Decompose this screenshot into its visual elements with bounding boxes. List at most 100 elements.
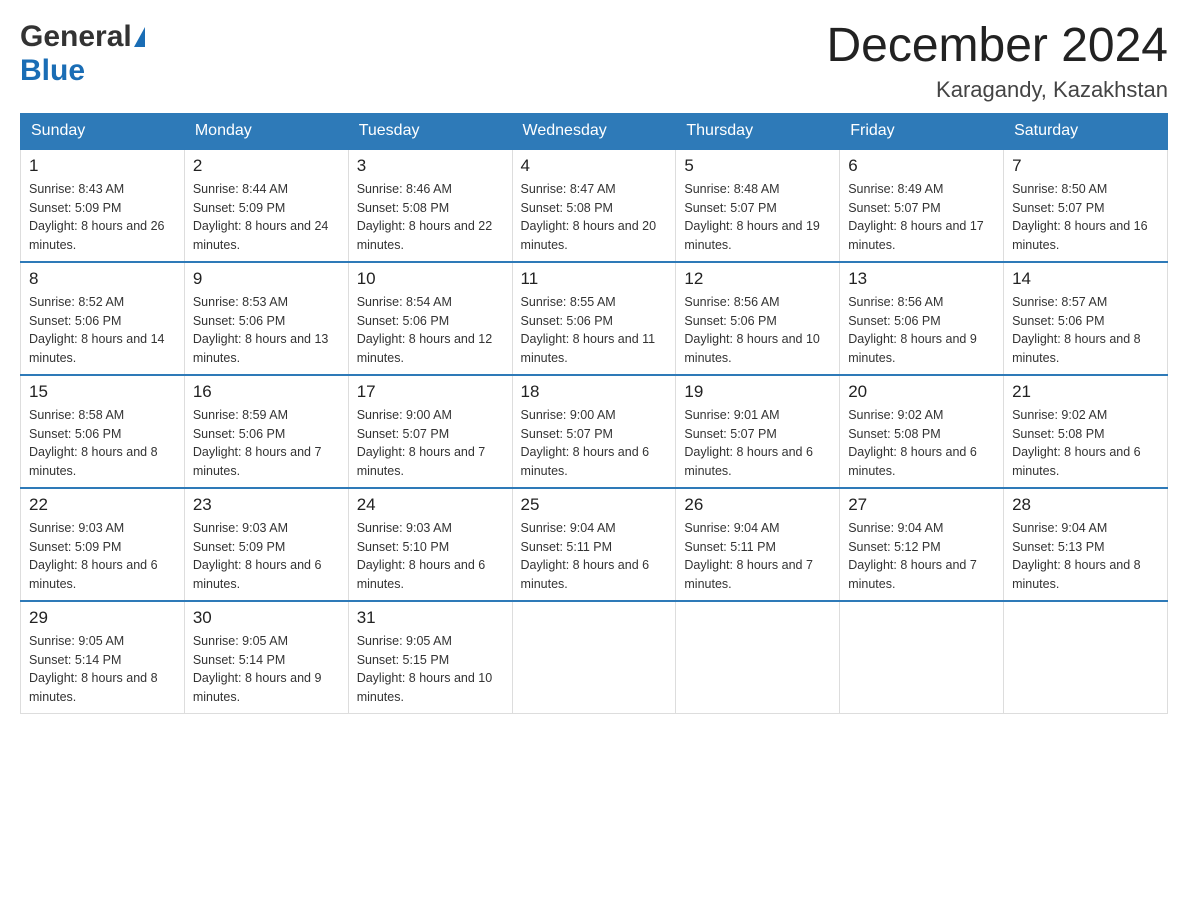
calendar-title: December 2024 [826,20,1168,73]
day-number: 4 [521,156,668,176]
day-info: Sunrise: 8:52 AMSunset: 5:06 PMDaylight:… [29,295,165,365]
day-cell-27: 27 Sunrise: 9:04 AMSunset: 5:12 PMDaylig… [840,488,1004,601]
day-header-tuesday: Tuesday [348,113,512,149]
day-cell-31: 31 Sunrise: 9:05 AMSunset: 5:15 PMDaylig… [348,601,512,714]
day-cell-21: 21 Sunrise: 9:02 AMSunset: 5:08 PMDaylig… [1004,375,1168,488]
day-cell-28: 28 Sunrise: 9:04 AMSunset: 5:13 PMDaylig… [1004,488,1168,601]
day-info: Sunrise: 9:02 AMSunset: 5:08 PMDaylight:… [848,408,977,478]
calendar-subtitle: Karagandy, Kazakhstan [826,77,1168,103]
day-info: Sunrise: 8:53 AMSunset: 5:06 PMDaylight:… [193,295,329,365]
day-number: 19 [684,382,831,402]
title-block: December 2024 Karagandy, Kazakhstan [826,20,1168,103]
day-header-saturday: Saturday [1004,113,1168,149]
calendar-table: SundayMondayTuesdayWednesdayThursdayFrid… [20,113,1168,714]
day-number: 7 [1012,156,1159,176]
day-cell-5: 5 Sunrise: 8:48 AMSunset: 5:07 PMDayligh… [676,149,840,262]
day-cell-11: 11 Sunrise: 8:55 AMSunset: 5:06 PMDaylig… [512,262,676,375]
page-header: General Blue December 2024 Karagandy, Ka… [20,20,1168,103]
day-info: Sunrise: 9:02 AMSunset: 5:08 PMDaylight:… [1012,408,1141,478]
day-info: Sunrise: 9:03 AMSunset: 5:10 PMDaylight:… [357,521,486,591]
day-info: Sunrise: 8:55 AMSunset: 5:06 PMDaylight:… [521,295,656,365]
day-cell-14: 14 Sunrise: 8:57 AMSunset: 5:06 PMDaylig… [1004,262,1168,375]
day-info: Sunrise: 8:54 AMSunset: 5:06 PMDaylight:… [357,295,493,365]
day-cell-30: 30 Sunrise: 9:05 AMSunset: 5:14 PMDaylig… [184,601,348,714]
day-number: 20 [848,382,995,402]
day-cell-26: 26 Sunrise: 9:04 AMSunset: 5:11 PMDaylig… [676,488,840,601]
day-number: 1 [29,156,176,176]
day-info: Sunrise: 9:04 AMSunset: 5:13 PMDaylight:… [1012,521,1141,591]
week-row-1: 1 Sunrise: 8:43 AMSunset: 5:09 PMDayligh… [21,149,1168,262]
day-info: Sunrise: 9:04 AMSunset: 5:12 PMDaylight:… [848,521,977,591]
day-info: Sunrise: 9:00 AMSunset: 5:07 PMDaylight:… [357,408,486,478]
day-number: 3 [357,156,504,176]
day-info: Sunrise: 8:43 AMSunset: 5:09 PMDaylight:… [29,182,165,252]
day-number: 25 [521,495,668,515]
day-cell-3: 3 Sunrise: 8:46 AMSunset: 5:08 PMDayligh… [348,149,512,262]
day-cell-25: 25 Sunrise: 9:04 AMSunset: 5:11 PMDaylig… [512,488,676,601]
day-info: Sunrise: 9:01 AMSunset: 5:07 PMDaylight:… [684,408,813,478]
header-row: SundayMondayTuesdayWednesdayThursdayFrid… [21,113,1168,149]
day-cell-20: 20 Sunrise: 9:02 AMSunset: 5:08 PMDaylig… [840,375,1004,488]
day-info: Sunrise: 9:05 AMSunset: 5:14 PMDaylight:… [29,634,158,704]
day-number: 18 [521,382,668,402]
day-cell-19: 19 Sunrise: 9:01 AMSunset: 5:07 PMDaylig… [676,375,840,488]
empty-cell [512,601,676,714]
week-row-3: 15 Sunrise: 8:58 AMSunset: 5:06 PMDaylig… [21,375,1168,488]
day-info: Sunrise: 8:59 AMSunset: 5:06 PMDaylight:… [193,408,322,478]
day-cell-8: 8 Sunrise: 8:52 AMSunset: 5:06 PMDayligh… [21,262,185,375]
empty-cell [1004,601,1168,714]
day-cell-24: 24 Sunrise: 9:03 AMSunset: 5:10 PMDaylig… [348,488,512,601]
day-info: Sunrise: 9:04 AMSunset: 5:11 PMDaylight:… [684,521,813,591]
week-row-2: 8 Sunrise: 8:52 AMSunset: 5:06 PMDayligh… [21,262,1168,375]
day-number: 23 [193,495,340,515]
day-info: Sunrise: 9:00 AMSunset: 5:07 PMDaylight:… [521,408,650,478]
day-number: 8 [29,269,176,289]
logo: General Blue [20,20,145,88]
week-row-4: 22 Sunrise: 9:03 AMSunset: 5:09 PMDaylig… [21,488,1168,601]
day-info: Sunrise: 8:56 AMSunset: 5:06 PMDaylight:… [848,295,977,365]
day-cell-15: 15 Sunrise: 8:58 AMSunset: 5:06 PMDaylig… [21,375,185,488]
day-number: 22 [29,495,176,515]
logo-triangle-icon [134,27,145,47]
day-number: 16 [193,382,340,402]
day-number: 2 [193,156,340,176]
day-info: Sunrise: 8:46 AMSunset: 5:08 PMDaylight:… [357,182,493,252]
day-number: 5 [684,156,831,176]
day-cell-4: 4 Sunrise: 8:47 AMSunset: 5:08 PMDayligh… [512,149,676,262]
day-info: Sunrise: 8:48 AMSunset: 5:07 PMDaylight:… [684,182,820,252]
day-cell-17: 17 Sunrise: 9:00 AMSunset: 5:07 PMDaylig… [348,375,512,488]
day-cell-10: 10 Sunrise: 8:54 AMSunset: 5:06 PMDaylig… [348,262,512,375]
day-number: 12 [684,269,831,289]
day-header-wednesday: Wednesday [512,113,676,149]
day-cell-18: 18 Sunrise: 9:00 AMSunset: 5:07 PMDaylig… [512,375,676,488]
day-cell-1: 1 Sunrise: 8:43 AMSunset: 5:09 PMDayligh… [21,149,185,262]
day-info: Sunrise: 8:58 AMSunset: 5:06 PMDaylight:… [29,408,158,478]
day-cell-16: 16 Sunrise: 8:59 AMSunset: 5:06 PMDaylig… [184,375,348,488]
day-number: 27 [848,495,995,515]
day-number: 17 [357,382,504,402]
day-number: 11 [521,269,668,289]
day-number: 31 [357,608,504,628]
day-number: 26 [684,495,831,515]
day-cell-6: 6 Sunrise: 8:49 AMSunset: 5:07 PMDayligh… [840,149,1004,262]
day-info: Sunrise: 9:05 AMSunset: 5:15 PMDaylight:… [357,634,493,704]
day-cell-2: 2 Sunrise: 8:44 AMSunset: 5:09 PMDayligh… [184,149,348,262]
day-cell-22: 22 Sunrise: 9:03 AMSunset: 5:09 PMDaylig… [21,488,185,601]
day-cell-13: 13 Sunrise: 8:56 AMSunset: 5:06 PMDaylig… [840,262,1004,375]
day-header-monday: Monday [184,113,348,149]
day-header-sunday: Sunday [21,113,185,149]
empty-cell [840,601,1004,714]
week-row-5: 29 Sunrise: 9:05 AMSunset: 5:14 PMDaylig… [21,601,1168,714]
day-cell-9: 9 Sunrise: 8:53 AMSunset: 5:06 PMDayligh… [184,262,348,375]
day-number: 14 [1012,269,1159,289]
day-number: 9 [193,269,340,289]
day-number: 29 [29,608,176,628]
day-info: Sunrise: 8:44 AMSunset: 5:09 PMDaylight:… [193,182,329,252]
day-header-friday: Friday [840,113,1004,149]
day-info: Sunrise: 8:50 AMSunset: 5:07 PMDaylight:… [1012,182,1148,252]
day-info: Sunrise: 8:49 AMSunset: 5:07 PMDaylight:… [848,182,984,252]
day-info: Sunrise: 9:03 AMSunset: 5:09 PMDaylight:… [29,521,158,591]
day-cell-7: 7 Sunrise: 8:50 AMSunset: 5:07 PMDayligh… [1004,149,1168,262]
day-number: 21 [1012,382,1159,402]
day-number: 10 [357,269,504,289]
